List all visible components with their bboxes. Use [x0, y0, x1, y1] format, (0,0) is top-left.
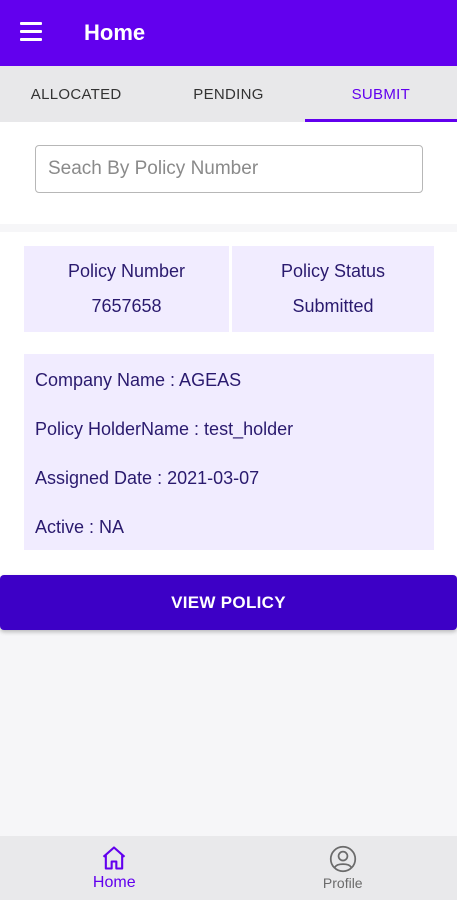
- nav-home[interactable]: Home: [0, 836, 229, 900]
- app-bar: Home: [0, 0, 457, 66]
- profile-icon: [329, 845, 356, 873]
- tab-pending[interactable]: PENDING: [152, 66, 304, 122]
- policy-status-label: Policy Status: [280, 261, 386, 281]
- assigned-date: Assigned Date : 2021-03-07: [35, 468, 260, 488]
- policy-card: Policy Number 7657658 Policy Status Subm…: [0, 232, 457, 576]
- page-title: Home: [84, 20, 146, 45]
- policy-status-value: Submitted: [292, 296, 374, 316]
- company-name: Company Name : AGEAS: [35, 370, 242, 390]
- active-status: Active : NA: [35, 517, 125, 537]
- nav-profile[interactable]: Profile: [229, 836, 457, 900]
- tab-bar: ALLOCATED PENDING SUBMIT: [0, 66, 457, 122]
- view-policy-button[interactable]: VIEW POLICY: [0, 575, 457, 630]
- tab-allocated[interactable]: ALLOCATED: [0, 66, 152, 122]
- policy-number-label: Policy Number: [67, 261, 186, 281]
- home-icon: [103, 846, 126, 870]
- search-section: [0, 122, 457, 224]
- nav-home-label: Home: [92, 874, 136, 891]
- hamburger-menu-icon[interactable]: [20, 22, 46, 44]
- policy-status-box: Policy Status Submitted: [232, 246, 434, 332]
- search-input[interactable]: [35, 145, 423, 193]
- policy-number-box: Policy Number 7657658: [24, 246, 229, 332]
- tab-submit[interactable]: SUBMIT: [304, 66, 457, 122]
- policy-details: Company Name : AGEAS Policy HolderName :…: [24, 354, 434, 550]
- nav-profile-label: Profile: [322, 875, 363, 891]
- policy-number-value: 7657658: [91, 296, 162, 316]
- policy-holder-name: Policy HolderName : test_holder: [35, 419, 294, 439]
- bottom-navigation: Home Profile: [0, 836, 457, 900]
